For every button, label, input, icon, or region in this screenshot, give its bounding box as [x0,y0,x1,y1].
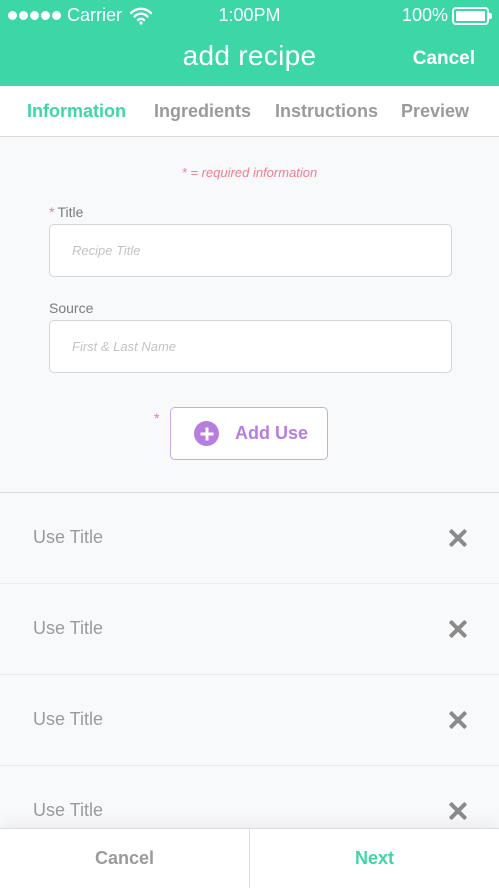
bottom-action-bar: Cancel Next [0,828,499,888]
title-label: Title [57,204,84,220]
add-use-label: Add Use [235,423,309,443]
header-cancel-button[interactable]: Cancel [413,48,475,70]
tab-ingredients[interactable]: Ingredients [154,101,251,122]
use-list: Use Title Use Title Use Title Use Title [0,492,499,857]
close-icon[interactable] [448,528,468,548]
list-item[interactable]: Use Title [0,584,499,675]
title-label-group: * Title [49,204,83,220]
cancel-button[interactable]: Cancel [0,829,250,888]
status-right: 100% [401,5,492,26]
use-title: Use Title [33,709,104,729]
use-title: Use Title [33,527,104,547]
tab-preview[interactable]: Preview [401,101,469,122]
required-marker: * [49,204,55,220]
list-item[interactable]: Use Title [0,493,499,584]
add-use-button[interactable]: Add Use [170,407,328,460]
close-icon[interactable] [448,619,468,639]
battery-icon [452,6,492,25]
tab-bar: Information Ingredients Instructions Pre… [0,86,499,137]
tab-instructions[interactable]: Instructions [275,101,378,122]
close-icon[interactable] [448,801,468,821]
battery-percent: 100% [401,5,448,25]
tab-information[interactable]: Information [27,101,126,122]
source-label: Source [49,300,94,316]
add-use-required-marker: * [154,410,160,426]
app-header: Carrier 1:00PM 100% add recipe Cancel [0,0,499,86]
next-button[interactable]: Next [250,829,499,888]
close-icon[interactable] [448,710,468,730]
use-title: Use Title [33,800,104,820]
required-info-note: * = required information [181,165,318,180]
battery-fill [456,10,485,21]
use-title: Use Title [33,618,104,638]
plus-circle-icon [194,421,219,446]
source-input[interactable] [49,320,452,373]
title-input[interactable] [49,224,452,277]
status-bar: Carrier 1:00PM 100% [0,0,499,32]
list-item[interactable]: Use Title [0,675,499,766]
